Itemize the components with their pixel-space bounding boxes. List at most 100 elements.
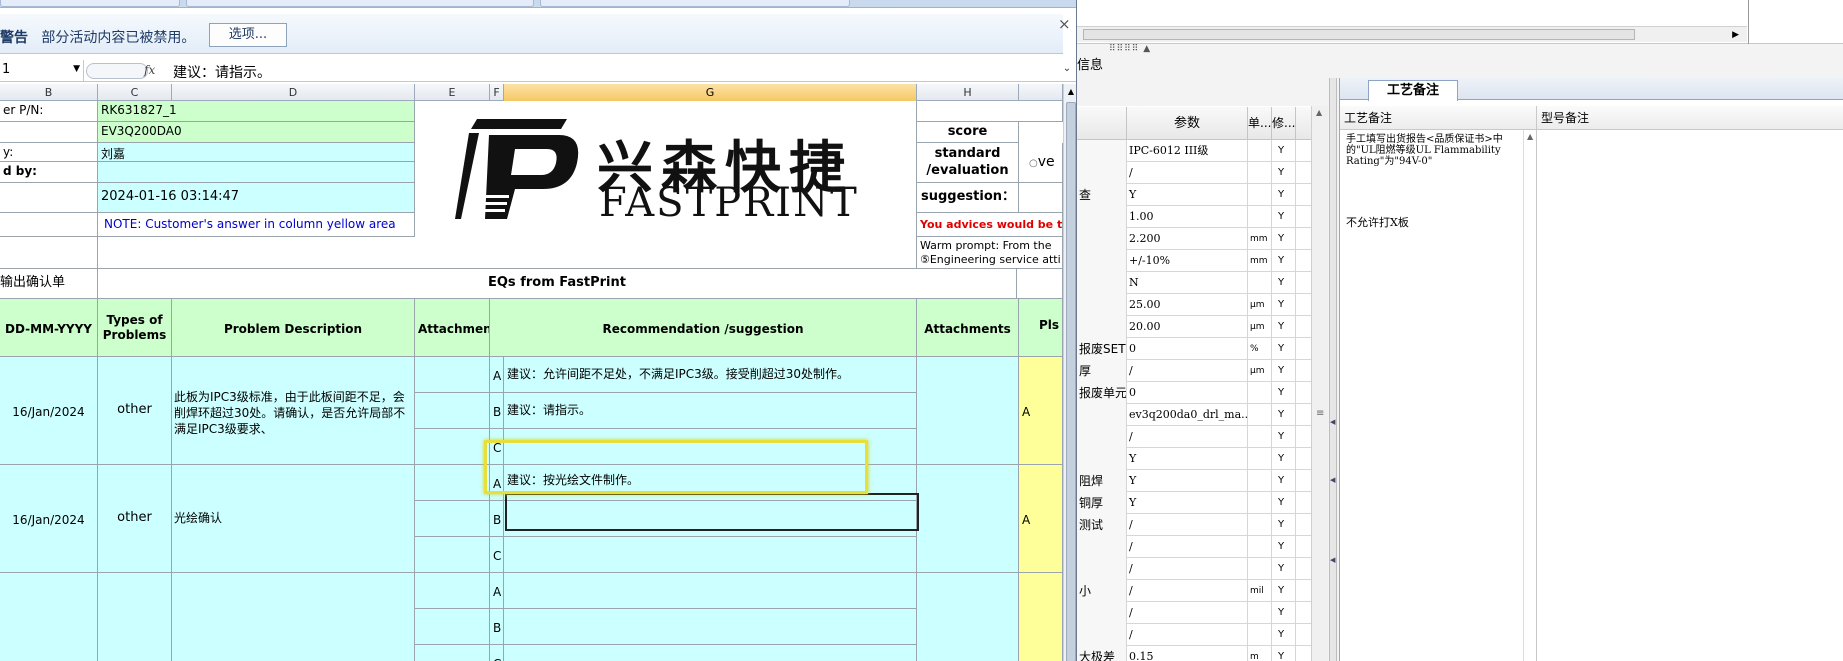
close-message-bar-icon[interactable]: × [1058, 15, 1071, 33]
splitter-grip-icon[interactable]: ⠿⠿⠿⠿ ▲ [1109, 44, 1151, 54]
name-box[interactable]: 1 ▼ [0, 60, 84, 82]
option-letter[interactable]: B [490, 501, 504, 537]
cell-part-number[interactable]: RK631827_1 [98, 101, 415, 122]
eq-section-title[interactable]: EQs from FastPrint [98, 269, 1017, 299]
eq-date[interactable] [0, 573, 98, 661]
ribbon-tab[interactable] [186, 0, 534, 7]
eq-attachment[interactable] [415, 537, 490, 573]
eq-answer[interactable] [1019, 573, 1063, 661]
cell-advices[interactable]: You advices would be the [917, 213, 1063, 237]
parameter-row[interactable]: YY [1077, 448, 1327, 470]
collapse-left-icon[interactable]: ◀ [1330, 476, 1335, 484]
cell-label[interactable]: d by: [0, 162, 98, 183]
cell-empty[interactable] [1017, 269, 1063, 299]
parameter-row[interactable]: 1.00 Y [1077, 206, 1327, 228]
column-header-g[interactable]: G [504, 84, 917, 101]
horizontal-scrollbar[interactable]: ▶ [1077, 26, 1747, 42]
collapse-left-icon[interactable]: ◀ [1330, 556, 1335, 564]
header-unit[interactable]: 单... [1248, 107, 1272, 140]
eq-attachment[interactable] [415, 393, 490, 429]
column-header-i[interactable] [1019, 84, 1063, 101]
options-button[interactable]: 选项... [209, 23, 287, 47]
eq-attachment[interactable] [415, 429, 490, 465]
column-header-b[interactable]: B [0, 84, 98, 101]
header-mod[interactable]: 修... [1272, 107, 1296, 140]
parameter-row[interactable]: 报废SET 0% Y [1077, 338, 1327, 360]
eq-answer[interactable]: A [1019, 465, 1063, 573]
formula-cancel-enter-buttons[interactable] [86, 63, 148, 79]
header-param[interactable]: 参数 [1127, 107, 1248, 140]
option-text[interactable] [504, 537, 917, 573]
option-text[interactable]: 建议：允许间距不足处，不满足IPC3级。接受削超过30处制作。 [504, 357, 917, 393]
parameter-row[interactable]: 20.00 μm Y [1077, 316, 1327, 338]
parameter-row[interactable]: 大极差 0.15 m Y [1077, 646, 1327, 661]
header-craft-notes[interactable]: 工艺备注 [1340, 106, 1537, 130]
header-pls[interactable]: Pls [1019, 299, 1063, 357]
expand-formula-bar-icon[interactable]: ⌄ [1060, 63, 1074, 79]
cell-note[interactable]: NOTE: Customer's answer in column yellow… [98, 213, 415, 237]
parameter-row[interactable]: IPC-6012 III级 Y [1077, 140, 1327, 162]
eq-description[interactable]: 此板为IPC3级标准，由于此板间距不足，会削焊环超过30处。请确认，是否允许局部… [172, 357, 415, 465]
header-attachments[interactable]: Attachments [917, 299, 1019, 357]
parameter-row[interactable]: / Y [1077, 602, 1327, 624]
eq-attachment[interactable] [415, 609, 490, 645]
ribbon-tab[interactable] [540, 0, 850, 7]
eq-type[interactable] [98, 573, 172, 661]
header-date[interactable]: DD-MM-YYYY [0, 299, 98, 357]
scroll-right-arrow-icon[interactable]: ▶ [1732, 27, 1739, 43]
parameter-row[interactable]: / Y [1077, 558, 1327, 580]
eq-attachment[interactable] [415, 645, 490, 661]
collapse-left-icon[interactable]: ◀ [1330, 418, 1335, 426]
eq-attachments[interactable] [917, 573, 1019, 661]
option-letter[interactable]: A [490, 573, 504, 609]
header-recommendation[interactable]: Recommendation /suggestion [490, 299, 917, 357]
scroll-up-arrow-icon[interactable]: ▲ [1527, 132, 1533, 141]
cell-date-time[interactable]: 2024-01-16 03:14:47 [98, 183, 415, 213]
ribbon-tab[interactable] [0, 0, 180, 7]
option-text[interactable] [504, 645, 917, 661]
header-model-notes[interactable]: 型号备注 [1537, 106, 1843, 130]
option-letter[interactable]: A [490, 357, 504, 393]
cell-label[interactable] [0, 183, 98, 213]
scroll-up-arrow-icon[interactable]: ▲ [1316, 108, 1322, 117]
cell-label[interactable]: er P/N: [0, 101, 98, 122]
cell-empty[interactable] [98, 237, 917, 269]
eq-attachments[interactable] [917, 357, 1019, 465]
parameter-row[interactable]: NY [1077, 272, 1327, 294]
header-types[interactable]: Types of Problems [98, 299, 172, 357]
parameter-row[interactable]: +/-10% mm Y [1077, 250, 1327, 272]
eq-answer[interactable]: A [1019, 357, 1063, 465]
parameter-row[interactable]: / Y [1077, 162, 1327, 184]
insert-function-icon[interactable]: fx [144, 63, 155, 77]
eq-attachment[interactable] [415, 501, 490, 537]
option-text[interactable] [504, 609, 917, 645]
cell-warm-prompt[interactable]: Warm prompt: From the ⑤Engineering servi… [917, 237, 1063, 269]
panel-splitter[interactable]: ◀ ◀ ◀ [1329, 78, 1337, 661]
cell-empty[interactable] [0, 237, 98, 269]
cell-empty[interactable] [917, 101, 1063, 122]
cell-label[interactable] [0, 122, 98, 143]
column-header-f[interactable]: F [490, 84, 504, 101]
parameter-row[interactable]: ev3q200da0_drl_ma... Y [1077, 404, 1327, 426]
cell-engineer[interactable]: 刘嘉 [98, 143, 415, 162]
cell-suggestion-value[interactable] [1019, 183, 1063, 213]
radio-button-icon[interactable]: ○ [1029, 158, 1038, 169]
column-header-c[interactable]: C [98, 84, 172, 101]
formula-input[interactable]: 建议：请指示。 [173, 62, 271, 82]
cell-label[interactable]: y: [0, 143, 98, 162]
option-text[interactable] [504, 573, 917, 609]
scroll-up-arrow-icon[interactable]: ▲ [1064, 84, 1076, 100]
radio-option[interactable]: ○ve [1019, 143, 1063, 183]
scrollbar-thumb[interactable] [1066, 102, 1076, 661]
cell-section-left[interactable]: 输出确认单 [0, 269, 98, 299]
parameter-row[interactable]: / Y [1077, 624, 1327, 646]
parameter-row[interactable]: 阻焊 Y Y [1077, 470, 1327, 492]
column-header-h[interactable]: H [917, 84, 1019, 101]
chevron-down-icon[interactable]: ▼ [73, 64, 80, 74]
eq-type[interactable]: other [98, 357, 172, 465]
parameter-row[interactable]: 查YY [1077, 184, 1327, 206]
eq-date[interactable]: 16/Jan/2024 [0, 465, 98, 573]
parameter-row[interactable]: 测试 / Y [1077, 514, 1327, 536]
eq-description[interactable] [172, 573, 415, 661]
vertical-scrollbar[interactable]: ▲ [1063, 84, 1076, 661]
